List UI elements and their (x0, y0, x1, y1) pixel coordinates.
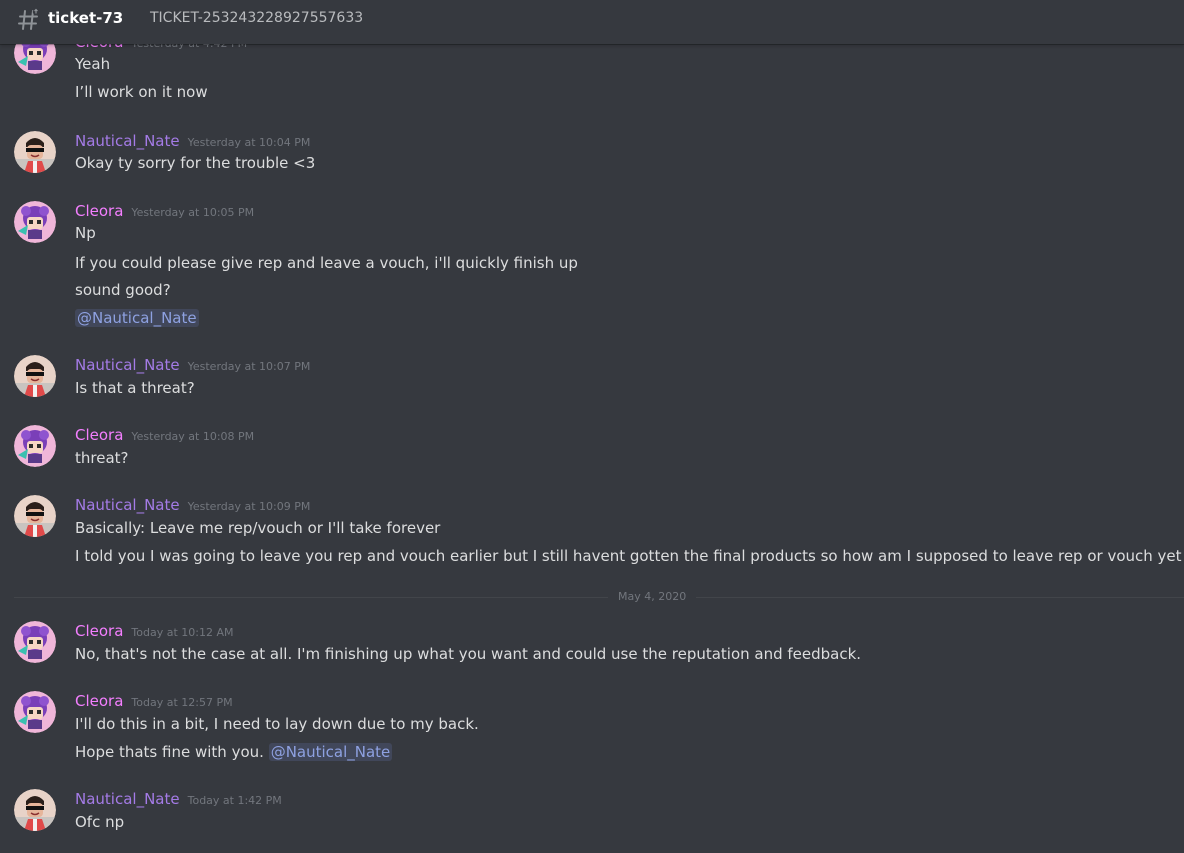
message-list: CleoraYesterday at 4:42 PM Yeah I’ll wor… (0, 0, 1184, 853)
timestamp: Today at 1:42 PM (187, 794, 282, 807)
avatar-cleora[interactable] (14, 621, 56, 663)
nate-avatar-icon (14, 495, 56, 537)
username[interactable]: Cleora (75, 202, 123, 220)
message-header: Nautical_Nate Yesterday at 10:04 PM (75, 131, 310, 151)
message-header: Nautical_Nate Yesterday at 10:07 PM (75, 355, 310, 375)
message-text-part: Hope thats fine with you. (75, 743, 264, 761)
timestamp: Yesterday at 10:09 PM (187, 500, 311, 513)
username[interactable]: Nautical_Nate (75, 132, 180, 150)
channel-name: ticket-73 (48, 9, 124, 27)
avatar-cleora[interactable] (14, 201, 56, 243)
cleora-avatar-icon (14, 621, 56, 663)
avatar-nautical-nate[interactable] (14, 789, 56, 831)
message-text: Okay ty sorry for the trouble <3 (75, 154, 316, 172)
cleora-avatar-icon (14, 201, 56, 243)
message-header: Cleora Today at 12:57 PM (75, 691, 233, 711)
message-text: I told you I was going to leave you rep … (75, 547, 1182, 565)
avatar-cleora[interactable] (14, 691, 56, 733)
nate-avatar-icon (14, 355, 56, 397)
message-text: I’ll work on it now (75, 83, 208, 101)
message-text: I'll do this in a bit, I need to lay dow… (75, 715, 479, 733)
timestamp: Today at 12:57 PM (131, 696, 233, 709)
channel-topic[interactable]: TICKET-253243228927557633 (150, 9, 363, 27)
message-text: threat? (75, 449, 129, 467)
cleora-avatar-icon (14, 425, 56, 467)
user-mention[interactable]: @Nautical_Nate (268, 743, 393, 761)
message-text: Ofc np (75, 813, 125, 831)
message-header: Cleora Yesterday at 10:05 PM (75, 201, 254, 221)
message-header: Nautical_Nate Today at 1:42 PM (75, 789, 282, 809)
timestamp: Yesterday at 10:04 PM (187, 136, 311, 149)
username[interactable]: Nautical_Nate (75, 790, 180, 808)
message-header: Cleora Yesterday at 10:08 PM (75, 425, 254, 445)
hashtag-icon (18, 8, 40, 30)
message-text: sound good? (75, 281, 171, 299)
message-text: Basically: Leave me rep/vouch or I'll ta… (75, 519, 441, 537)
message-text: Is that a threat? (75, 379, 195, 397)
timestamp: Today at 10:12 AM (131, 626, 234, 639)
username[interactable]: Cleora (75, 426, 123, 444)
timestamp: Yesterday at 10:05 PM (131, 206, 255, 219)
message-header: Cleora Today at 10:12 AM (75, 621, 233, 641)
message-text: @Nautical_Nate (75, 308, 199, 328)
username[interactable]: Nautical_Nate (75, 496, 180, 514)
message-header: Nautical_Nate Yesterday at 10:09 PM (75, 495, 310, 515)
avatar-cleora[interactable] (14, 425, 56, 467)
cleora-avatar-icon (14, 691, 56, 733)
message-text: Hope thats fine with you. @Nautical_Nate (75, 742, 393, 762)
username[interactable]: Nautical_Nate (75, 356, 180, 374)
avatar-nautical-nate[interactable] (14, 131, 56, 173)
date-divider-label: May 4, 2020 (608, 590, 697, 604)
nate-avatar-icon (14, 789, 56, 831)
timestamp: Yesterday at 10:07 PM (187, 360, 311, 373)
nate-avatar-icon (14, 131, 56, 173)
channel-header: ticket-73 TICKET-253243228927557633 (0, 0, 1184, 44)
avatar-nautical-nate[interactable] (14, 495, 56, 537)
message-text: Yeah (75, 55, 111, 73)
avatar-nautical-nate[interactable] (14, 355, 56, 397)
message-text: If you could please give rep and leave a… (75, 254, 578, 272)
date-divider (14, 597, 1184, 598)
user-mention[interactable]: @Nautical_Nate (75, 309, 199, 327)
message-text: No, that's not the case at all. I'm fini… (75, 645, 862, 663)
timestamp: Yesterday at 10:08 PM (131, 430, 255, 443)
username[interactable]: Cleora (75, 692, 123, 710)
message-text: Np (75, 224, 96, 242)
username[interactable]: Cleora (75, 622, 123, 640)
